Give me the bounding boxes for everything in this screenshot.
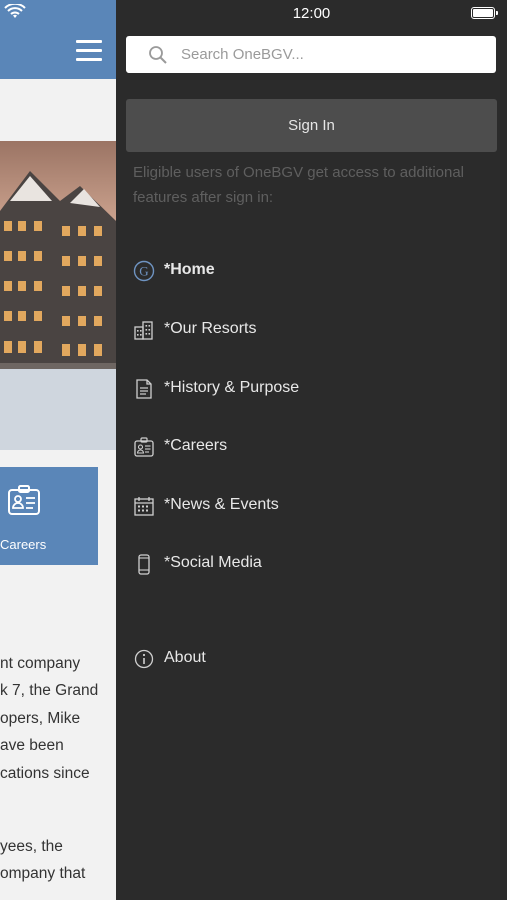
background-page: Careers nt company k 7, the Grand opers,… xyxy=(0,0,116,900)
menu-item-home[interactable]: G *Home xyxy=(133,256,493,286)
status-bar-time: 12:00 xyxy=(292,5,331,22)
menu-item-our-resorts[interactable]: *Our Resorts xyxy=(133,315,493,345)
search-bar[interactable] xyxy=(126,36,496,73)
background-text-line: cations since xyxy=(0,765,90,782)
bgv-logo-icon: G xyxy=(133,260,155,282)
sign-in-button[interactable]: Sign In xyxy=(126,99,497,152)
menu-item-news-events[interactable]: *News & Events xyxy=(133,491,493,521)
background-header xyxy=(0,0,116,79)
id-badge-icon xyxy=(134,437,154,457)
buildings-icon xyxy=(134,321,153,340)
menu-item-label: *Home xyxy=(164,261,215,278)
hamburger-menu-icon[interactable] xyxy=(76,40,102,62)
careers-tile-label: Careers xyxy=(0,537,47,552)
background-text-line: k 7, the Grand xyxy=(0,682,99,699)
resort-photo xyxy=(0,141,116,450)
info-icon xyxy=(134,649,154,669)
background-text-line: ave been xyxy=(0,737,64,754)
background-text-line: opers, Mike xyxy=(0,710,81,727)
menu-item-label: *News & Events xyxy=(164,496,279,513)
document-icon xyxy=(136,379,152,399)
menu-item-label: *History & Purpose xyxy=(164,379,300,396)
svg-text:G: G xyxy=(139,264,148,279)
menu-item-label: About xyxy=(164,649,206,666)
background-text-line: ompany that xyxy=(0,865,86,882)
search-icon xyxy=(149,46,167,64)
search-input[interactable] xyxy=(181,36,481,73)
calendar-icon xyxy=(134,497,154,516)
phone-icon xyxy=(138,554,150,575)
wifi-icon xyxy=(4,4,26,18)
menu-item-careers[interactable]: *Careers xyxy=(133,432,493,462)
menu-item-label: *Our Resorts xyxy=(164,320,257,337)
background-text-line: nt company xyxy=(0,655,81,672)
background-text-line: yees, the xyxy=(0,838,63,855)
sign-in-hint: Eligible users of OneBGV get access to a… xyxy=(133,164,465,206)
menu-item-history-purpose[interactable]: *History & Purpose xyxy=(133,374,493,404)
menu-item-social-media[interactable]: *Social Media xyxy=(133,549,493,579)
menu-item-about[interactable]: About xyxy=(133,644,493,674)
battery-icon xyxy=(471,7,498,19)
navigation-drawer: 12:00 Sign In Eligible users of OneBGV g… xyxy=(116,0,507,900)
menu-item-label: *Careers xyxy=(164,437,228,454)
menu-item-label: *Social Media xyxy=(164,554,262,571)
id-badge-icon xyxy=(8,485,40,515)
